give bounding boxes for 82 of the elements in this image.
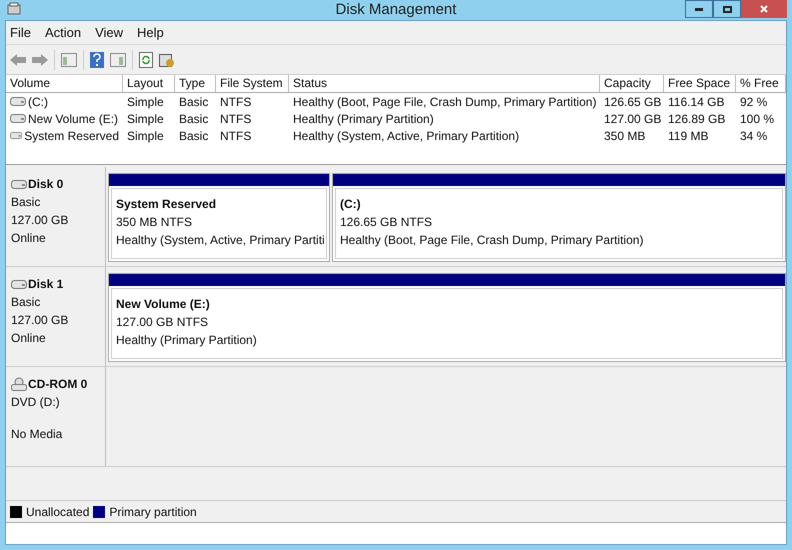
table-cell-text: Simple: [127, 110, 164, 128]
properties-icon[interactable]: [159, 52, 175, 68]
disk-label-panel[interactable]: Disk 1 Basic 127.00 GB Online: [6, 267, 106, 366]
table-cell-text: 350 MB: [604, 128, 646, 144]
table-cell-text: Healthy (Primary Partition): [293, 110, 434, 128]
column-header[interactable]: Status: [289, 75, 600, 92]
table-cell-text: (C:): [28, 94, 48, 110]
menu-item[interactable]: Help: [137, 22, 164, 42]
partition-status: Healthy (System, Active, Primary Partiti: [116, 232, 322, 249]
back-icon[interactable]: [10, 54, 26, 66]
disk-label-panel[interactable]: CD-ROM 0 DVD (D:) No Media: [6, 367, 106, 466]
disk-info: 127.00 GB: [11, 312, 70, 329]
disk-info: Basic: [11, 194, 42, 211]
partition-block[interactable]: New Volume (E:) 127.00 GB NTFS Healthy (Primary Partition): [108, 273, 786, 362]
partition-status: Healthy (Primary Partition): [116, 332, 258, 349]
disk-info: DVD (D:): [11, 394, 61, 411]
partition-block[interactable]: (C:) 126.65 GB NTFS Healthy (Boot, Page File, Crash Dump, Primary Partition): [332, 173, 786, 262]
drive-icon: [10, 114, 26, 123]
column-header[interactable]: File System: [216, 75, 289, 92]
disk-info: 127.00 GB: [11, 212, 70, 229]
table-cell-text: Simple: [127, 128, 164, 144]
partition-size: 127.00 GB NTFS: [116, 314, 210, 331]
partition-name: System Reserved: [116, 196, 218, 213]
disk-info: Online: [11, 230, 47, 247]
disk-name: Disk 0: [28, 176, 64, 193]
partition-name: New Volume (E:): [116, 296, 211, 313]
column-header[interactable]: % Free: [736, 75, 786, 92]
column-header[interactable]: Capacity: [600, 75, 664, 92]
close-button[interactable]: [741, 0, 787, 18]
drive-icon: [10, 97, 26, 106]
panel-icon[interactable]: [110, 52, 126, 66]
table-cell-text: Simple: [127, 94, 164, 110]
column-header[interactable]: Type: [175, 75, 216, 92]
app-icon: [7, 2, 21, 16]
table-cell-text: System Reserved: [24, 128, 119, 144]
refresh-icon[interactable]: [139, 52, 153, 68]
table-cell-text: Basic: [179, 128, 208, 144]
menu-item[interactable]: View: [95, 22, 124, 42]
console-tree-icon[interactable]: [61, 52, 77, 66]
menu-item[interactable]: File: [10, 22, 31, 42]
drive-icon: [11, 180, 27, 188]
partition-name: (C:): [340, 196, 362, 213]
disk-info: Basic: [11, 294, 42, 311]
cd-drive-icon: [11, 377, 27, 391]
table-cell-text: 126.65 GB: [604, 94, 662, 110]
table-cell-text: 100 %: [740, 110, 774, 128]
forward-icon[interactable]: [32, 54, 48, 66]
disk-name: Disk 1: [28, 276, 64, 293]
table-cell-text: 119 MB: [668, 128, 708, 144]
column-header[interactable]: Volume: [6, 75, 123, 92]
drive-icon: [11, 280, 27, 288]
table-cell-text: Healthy (Boot, Page File, Crash Dump, Primary Partition): [293, 94, 596, 110]
table-cell-text: NTFS: [220, 94, 252, 110]
drive-icon: [10, 131, 22, 140]
legend-label: Unallocated: [26, 504, 90, 520]
minimize-button[interactable]: [685, 0, 713, 18]
window-title: Disk Management: [336, 0, 456, 20]
table-cell-text: 126.89 GB: [668, 110, 726, 128]
table-cell-text: 92 %: [740, 94, 768, 110]
menu-item[interactable]: Action: [44, 22, 82, 42]
disk-label-panel[interactable]: Disk 0 Basic 127.00 GB Online: [6, 167, 106, 266]
table-cell-text: New Volume (E:): [28, 110, 118, 128]
column-header[interactable]: Free Space: [664, 75, 736, 92]
table-cell-text: Basic: [179, 94, 208, 110]
table-cell-text: NTFS: [220, 110, 252, 128]
table-cell-text: Healthy (System, Active, Primary Partition): [293, 128, 520, 144]
help-icon[interactable]: [90, 52, 104, 68]
disk-info: No Media: [11, 426, 64, 443]
table-cell-text: Basic: [179, 110, 208, 128]
disk-info: Online: [11, 330, 47, 347]
close-icon: [760, 5, 768, 13]
table-cell-text: NTFS: [220, 128, 252, 144]
partition-status: Healthy (Boot, Page File, Crash Dump, Primary Partition): [340, 232, 644, 249]
legend-label: Primary partition: [109, 504, 197, 520]
partition-size: 126.65 GB NTFS: [340, 214, 434, 231]
table-cell-text: 127.00 GB: [604, 110, 662, 128]
disk-name: CD-ROM 0: [28, 376, 88, 393]
partition-size: 350 MB NTFS: [116, 214, 194, 231]
table-cell-text: 116.14 GB: [668, 94, 724, 110]
column-header[interactable]: Layout: [123, 75, 175, 92]
partition-block[interactable]: System Reserved 350 MB NTFS Healthy (System, Active, Primary Partiti: [108, 173, 330, 262]
table-cell-text: 34 %: [740, 128, 768, 144]
